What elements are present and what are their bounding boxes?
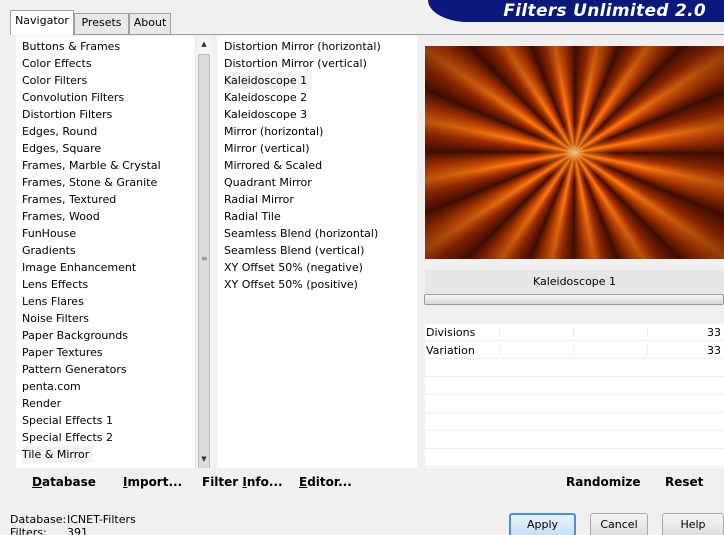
category-item[interactable]: Lens Flares [22,293,84,310]
database-label: Database: [10,513,67,526]
category-item[interactable]: Frames, Stone & Granite [22,174,157,191]
category-item[interactable]: penta.com [22,378,81,395]
category-item[interactable]: Color Effects [22,55,92,72]
grip-icon: ≡ [201,254,208,263]
filter-item[interactable]: Radial Mirror [224,191,294,208]
category-item[interactable]: FunHouse [22,225,76,242]
parameter-grid: Divisions 33 Variation 33 [425,324,724,468]
filters-count-value: 391 [67,526,88,535]
category-item[interactable]: Edges, Round [22,123,97,140]
apply-button[interactable]: Apply [509,513,576,535]
cancel-button[interactable]: Cancel [590,513,648,535]
parameter-row[interactable]: Divisions 33 [425,324,724,341]
slider-tick [499,345,500,355]
slider-tick [647,327,648,337]
action-bar-left: Database Import... Filter Info... Editor… [16,468,418,496]
tab-strip: Navigator Presets About [10,10,410,35]
category-item[interactable]: Tile & Mirror [22,446,94,463]
parameter-row [425,432,724,449]
filter-item[interactable]: Radial Tile [224,208,281,225]
parameter-row [425,450,724,467]
database-button[interactable]: Database [32,475,96,489]
filter-item[interactable]: Kaleidoscope 1 [224,72,313,89]
category-item[interactable]: Special Effects 2 [22,429,113,446]
help-button[interactable]: Help [662,513,724,535]
filter-item[interactable]: Mirror (vertical) [224,140,310,157]
reset-button[interactable]: Reset [665,475,703,489]
parameter-row [425,414,724,431]
slider-tick [573,327,574,337]
parameter-value: 33 [707,344,721,357]
filter-item[interactable]: Kaleidoscope 2 [224,89,307,106]
tab-presets[interactable]: Presets [74,13,129,34]
category-item[interactable]: Edges, Square [22,140,101,157]
filters-count-label: Filters: [10,526,47,535]
slider-tick [573,345,574,355]
filter-item[interactable]: Seamless Blend (vertical) [224,242,364,259]
parameter-row [425,396,724,413]
editor-button[interactable]: Editor... [299,475,352,489]
filter-item[interactable]: Kaleidoscope 3 [224,106,307,123]
database-value: ICNET-Filters [67,513,136,526]
scroll-up-arrow-icon[interactable]: ▲ [196,36,212,53]
category-scrollbar[interactable]: ▲ ≡ ▼ [195,36,212,470]
action-bar-right: Randomize Reset [425,468,724,496]
category-list[interactable]: Buttons & Frames Color Effects Color Filte… [16,36,212,468]
filter-item[interactable]: Distortion Mirror (horizontal) [224,38,381,55]
filter-item[interactable]: Mirror (horizontal) [224,123,323,140]
slider-tick [647,345,648,355]
filter-item[interactable]: Seamless Blend (horizontal) [224,225,378,242]
filter-item[interactable]: XY Offset 50% (negative) [224,259,363,276]
scrollbar-thumb[interactable]: ≡ [198,54,210,470]
parameter-label: Variation [426,344,475,357]
category-item[interactable]: Gradients [22,242,76,259]
parameter-value: 33 [707,326,721,339]
filter-item[interactable]: Distortion Mirror (vertical) [224,55,367,72]
scroll-down-arrow-icon[interactable]: ▼ [196,451,212,468]
category-item[interactable]: Color Filters [22,72,87,89]
category-item[interactable]: Paper Textures [22,344,103,361]
filter-item[interactable]: XY Offset 50% (positive) [224,276,358,293]
category-item[interactable]: Lens Effects [22,276,88,293]
tab-about[interactable]: About [129,13,171,34]
kaleidoscope-preview-image [425,46,724,259]
filter-item[interactable]: Quadrant Mirror [224,174,312,191]
category-item[interactable]: Render [22,395,61,412]
preview-vignette [425,46,724,259]
tab-navigator[interactable]: Navigator [10,10,74,35]
category-item[interactable]: Buttons & Frames [22,38,120,55]
parameter-row[interactable]: Variation 33 [425,342,724,359]
title-banner: Filters Unlimited 2.0 [428,0,724,22]
category-item[interactable]: Pattern Generators [22,361,127,378]
category-item[interactable]: Frames, Textured [22,191,116,208]
filter-name-box: Kaleidoscope 1 [425,270,724,294]
banner-title: Filters Unlimited 2.0 [503,1,706,21]
category-item[interactable]: Special Effects 1 [22,412,113,429]
category-item[interactable]: Image Enhancement [22,259,136,276]
progress-bar [424,294,724,305]
category-item[interactable]: Frames, Wood [22,208,100,225]
category-item[interactable]: Distortion Filters [22,106,112,123]
filter-name-label: Kaleidoscope 1 [532,275,617,288]
randomize-button[interactable]: Randomize [566,475,640,489]
parameter-row [425,378,724,395]
category-item[interactable]: Frames, Marble & Crystal [22,157,161,174]
category-item[interactable]: Noise Filters [22,310,89,327]
import-button[interactable]: Import... [123,475,182,489]
parameter-row [425,360,724,377]
category-item[interactable]: Convolution Filters [22,89,124,106]
filter-info-button[interactable]: Filter Info... [202,475,283,489]
slider-tick [499,327,500,337]
filter-list[interactable]: Distortion Mirror (horizontal) Distortion… [217,36,417,468]
filter-item[interactable]: Mirrored & Scaled [224,157,322,174]
category-item[interactable]: Paper Backgrounds [22,327,128,344]
parameter-label: Divisions [426,326,476,339]
